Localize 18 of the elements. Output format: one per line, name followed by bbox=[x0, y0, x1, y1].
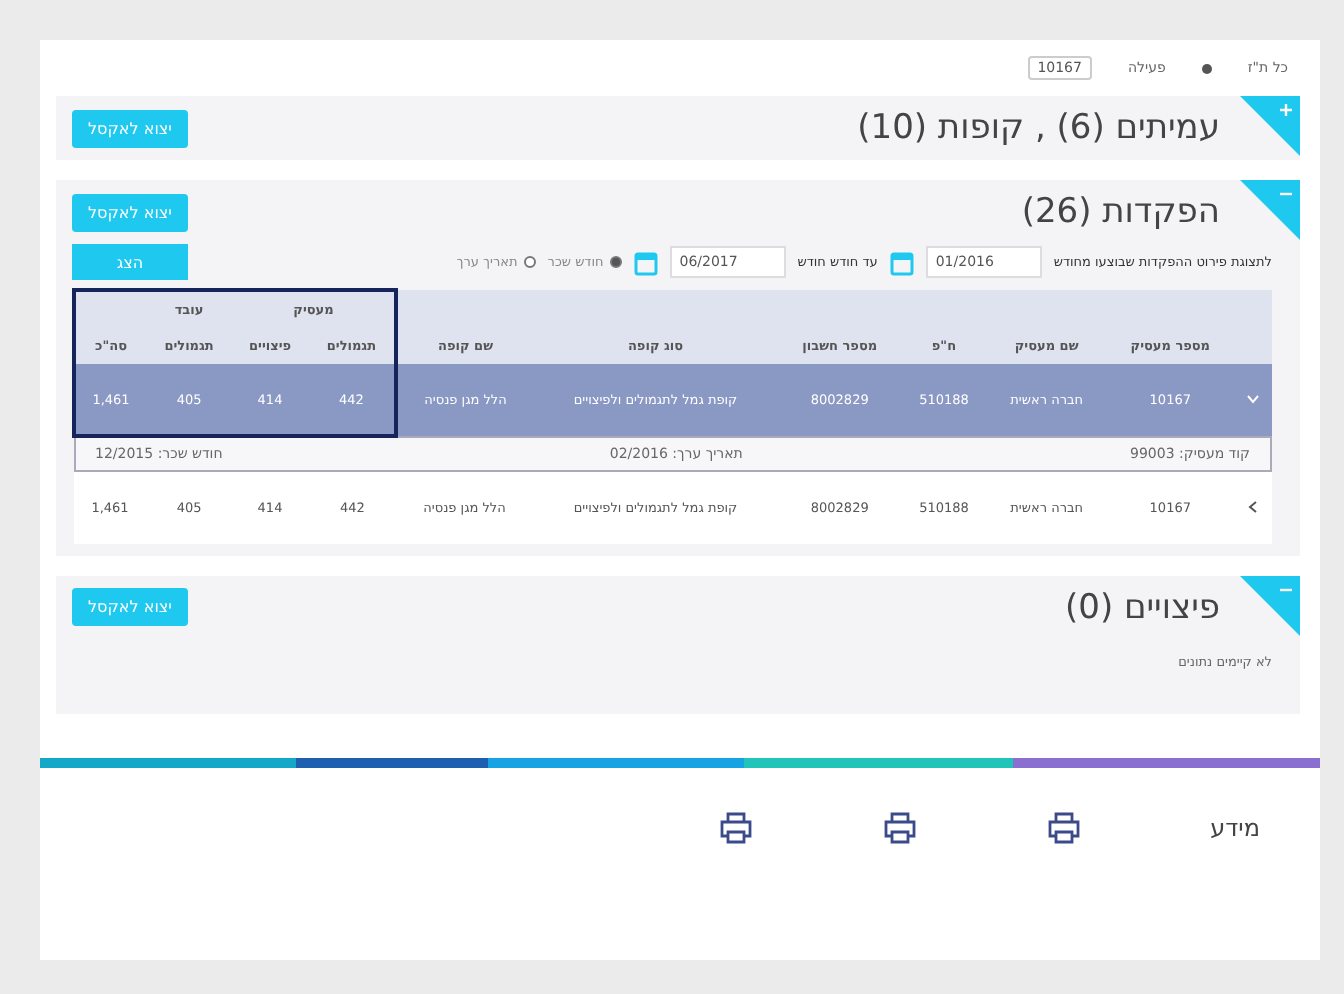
calendar-icon[interactable] bbox=[633, 249, 658, 275]
chevron-icon[interactable] bbox=[1247, 499, 1258, 514]
expand-icon[interactable] bbox=[1240, 96, 1300, 156]
collapse-icon[interactable] bbox=[1240, 575, 1300, 635]
show-button[interactable]: הצג bbox=[72, 244, 188, 280]
info-label: מידע bbox=[1210, 813, 1260, 841]
export-excel-button[interactable]: יצוא לאקסל bbox=[72, 588, 188, 626]
printer-icon[interactable] bbox=[882, 811, 919, 843]
collapse-icon[interactable] bbox=[1240, 180, 1300, 240]
section-title: הפקדות (26) bbox=[1021, 192, 1220, 232]
printer-icon[interactable] bbox=[1046, 811, 1083, 843]
calendar-icon[interactable] bbox=[889, 249, 914, 275]
export-excel-button[interactable]: יצוא לאקסל bbox=[72, 109, 188, 147]
export-excel-button[interactable]: יצוא לאקסל bbox=[72, 193, 188, 231]
status-dot bbox=[1201, 63, 1212, 73]
section-title: פיצויים (0) bbox=[1064, 587, 1220, 627]
section-title: עמיתים (6) , קופות (10) bbox=[857, 108, 1220, 148]
printer-icon[interactable] bbox=[718, 811, 755, 843]
